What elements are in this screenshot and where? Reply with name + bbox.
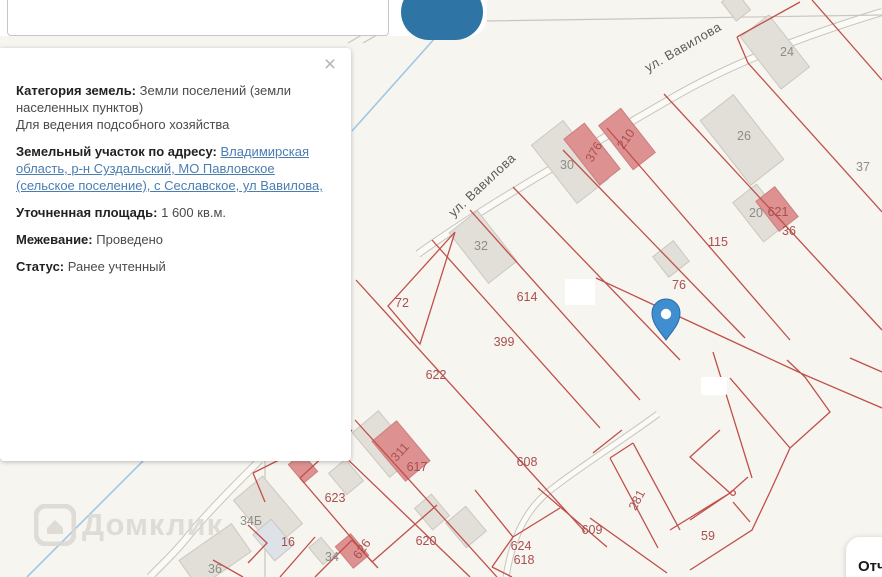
category-extra: Для ведения подсобного хозяйства: [16, 117, 229, 132]
address-row: Земельный участок по адресу: Владимирска…: [16, 143, 333, 194]
category-label: Категория земель:: [16, 83, 136, 98]
cadastral-map-app: Домклик 24263032203734Б34366213611576614…: [0, 0, 882, 577]
parcel-info-panel: × Категория земель: Земли поселений (зем…: [0, 48, 351, 461]
status-label: Статус:: [16, 259, 64, 274]
area-row: Уточненная площадь: 1 600 кв.м.: [16, 204, 333, 221]
survey-row: Межевание: Проведено: [16, 231, 333, 248]
area-value: 1 600 кв.м.: [161, 205, 226, 220]
search-button[interactable]: [401, 0, 483, 40]
survey-label: Межевание:: [16, 232, 93, 247]
report-card-label: Отч: [858, 558, 882, 575]
address-label: Земельный участок по адресу:: [16, 144, 217, 159]
report-card[interactable]: Отч: [846, 537, 882, 577]
close-icon[interactable]: ×: [319, 54, 341, 76]
search-input[interactable]: [7, 0, 389, 36]
domclick-logo-icon: [34, 504, 76, 546]
category-row: Категория земель: Земли поселений (земли…: [16, 82, 333, 133]
domclick-watermark: Домклик: [34, 504, 223, 546]
status-row: Статус: Ранее учтенный: [16, 258, 333, 275]
survey-value: Проведено: [96, 232, 163, 247]
status-value: Ранее учтенный: [68, 259, 166, 274]
watermark-text: Домклик: [82, 507, 223, 543]
area-label: Уточненная площадь:: [16, 205, 157, 220]
